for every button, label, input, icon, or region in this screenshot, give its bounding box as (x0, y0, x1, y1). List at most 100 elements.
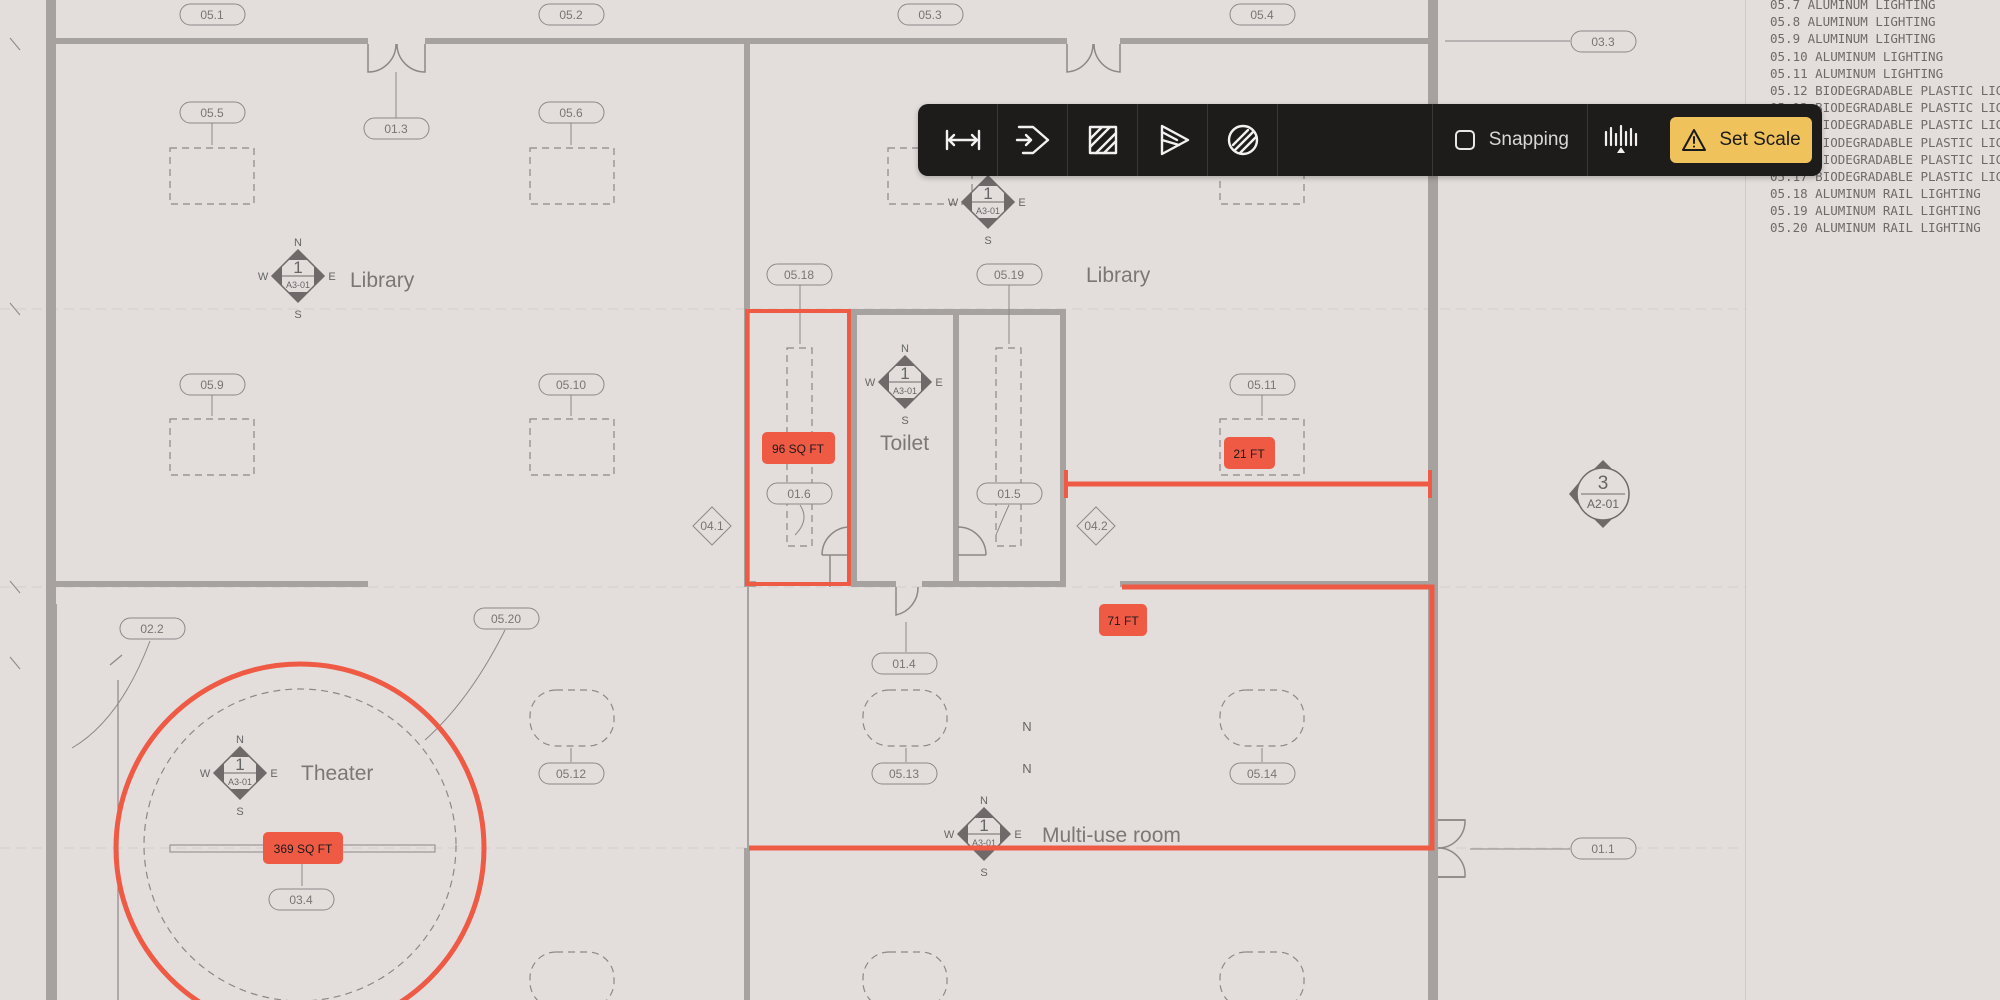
hatched-circle-icon (1227, 124, 1258, 156)
room-label-library-west: Library (350, 269, 415, 292)
svg-text:A3-01: A3-01 (228, 777, 252, 787)
legend-item: 05.7 ALUMINUM LIGHTING (1770, 0, 1936, 12)
svg-text:05.11: 05.11 (1247, 378, 1276, 392)
svg-text:03.4: 03.4 (289, 893, 313, 907)
svg-text:05.13: 05.13 (889, 767, 919, 781)
tag: 05.14 (1229, 762, 1296, 785)
snapping-toggle[interactable]: Snapping (1433, 104, 1588, 176)
svg-text:05.5: 05.5 (200, 106, 224, 120)
hatched-square-icon (1088, 125, 1117, 155)
polyline-measure[interactable] (749, 584, 1435, 851)
svg-text:1: 1 (983, 184, 992, 203)
legend-item: 05.11 ALUMINUM LIGHTING (1770, 65, 1944, 81)
tag: 01.4 (871, 652, 938, 675)
tag: 05.3 (897, 3, 964, 26)
svg-text:W: W (944, 829, 955, 841)
horizontal-measure-icon (945, 129, 980, 151)
tag: 05.4 (1229, 3, 1296, 26)
svg-text:03.3: 03.3 (1591, 35, 1615, 49)
tag: 04.2 (1076, 506, 1116, 546)
polyline-arrow-icon (1015, 125, 1049, 155)
svg-text:05.9: 05.9 (200, 378, 224, 392)
svg-text:S: S (984, 235, 991, 247)
tag: 05.18 (766, 263, 833, 286)
svg-text:S: S (980, 867, 987, 879)
legend-item: 05.8 ALUMINUM LIGHTING (1770, 14, 1936, 30)
set-scale-label: Set Scale (1719, 129, 1801, 150)
tool-angle[interactable] (1138, 104, 1208, 176)
measure-label[interactable]: 21 FT (1224, 437, 1275, 469)
tool-area-hatch[interactable] (1068, 104, 1138, 176)
svg-text:01.4: 01.4 (892, 657, 916, 671)
set-scale-button[interactable]: Set Scale (1670, 117, 1812, 163)
tag: 05.11 (1229, 373, 1296, 396)
length-measure-horizontal[interactable] (1064, 470, 1432, 498)
legend-item: 05.9 ALUMINUM LIGHTING (1770, 31, 1936, 47)
tool-measure-distance[interactable] (928, 104, 998, 176)
svg-text:05.14: 05.14 (1247, 767, 1277, 781)
svg-text:A3-01: A3-01 (893, 386, 917, 396)
compass-marker-icon: 1 A3-01 N S E W (865, 343, 943, 427)
svg-text:E: E (1014, 829, 1021, 841)
svg-text:04.1: 04.1 (700, 519, 724, 533)
wall-outlines (55, 587, 1465, 1000)
svg-text:01.5: 01.5 (997, 487, 1021, 501)
legend-item: 05.19 ALUMINUM RAIL LIGHTING (1770, 203, 1981, 219)
tag: 05.2 (538, 3, 605, 26)
svg-text:S: S (236, 806, 243, 818)
measure-label[interactable]: 369 SQ FT (263, 832, 343, 864)
svg-text:N: N (294, 237, 302, 249)
svg-text:W: W (865, 377, 876, 389)
tag: 04.1 (692, 506, 732, 546)
tag: 01.1 (1570, 837, 1637, 860)
svg-text:E: E (935, 377, 942, 389)
tag: 05.12 (538, 762, 605, 785)
svg-text:A2-01: A2-01 (1587, 497, 1619, 511)
svg-text:05.10: 05.10 (556, 378, 586, 392)
svg-text:02.2: 02.2 (140, 622, 164, 636)
svg-text:05.2: 05.2 (559, 8, 583, 22)
svg-text:W: W (200, 768, 211, 780)
svg-text:E: E (1018, 197, 1025, 209)
svg-text:71 FT: 71 FT (1107, 614, 1139, 628)
legend-item: 05.18 ALUMINUM RAIL LIGHTING (1770, 186, 1981, 202)
svg-text:E: E (328, 271, 335, 283)
svg-text:05.4: 05.4 (1250, 8, 1274, 22)
tag: 05.9 (179, 373, 246, 396)
grid-lines (0, 308, 1745, 849)
angle-triangle-icon (1160, 124, 1189, 156)
tag: 05.13 (871, 762, 938, 785)
tag: 01.5 (976, 482, 1043, 505)
room-label-multi-use-room: Multi-use room (1042, 824, 1181, 847)
tag: 01.6 (766, 482, 833, 505)
tag: 05.1 (179, 3, 246, 26)
compass-marker-icon: 1 A3-01 N S E W (200, 734, 278, 818)
svg-text:96 SQ FT: 96 SQ FT (772, 442, 825, 456)
svg-text:05.1: 05.1 (200, 8, 224, 22)
tool-polyline[interactable] (998, 104, 1068, 176)
svg-text:05.20: 05.20 (491, 612, 521, 626)
svg-text:N: N (901, 343, 909, 355)
tag: 05.10 (538, 373, 605, 396)
svg-text:05.19: 05.19 (994, 268, 1024, 282)
measure-label[interactable]: 71 FT (1099, 604, 1147, 636)
svg-text:S: S (294, 309, 301, 321)
measurement-toolbar: Snapping Set Scale (918, 104, 1822, 176)
stray-label: N (1022, 719, 1031, 734)
snapping-checkbox[interactable] (1454, 130, 1475, 150)
measure-label[interactable]: 96 SQ FT (762, 432, 835, 464)
svg-text:05.3: 05.3 (918, 8, 942, 22)
legend-item: 05.10 ALUMINUM LIGHTING (1770, 48, 1944, 64)
room-label-library-east: Library (1086, 264, 1151, 287)
room-label-toilet: Toilet (880, 432, 929, 455)
svg-text:01.6: 01.6 (787, 487, 811, 501)
svg-text:1: 1 (235, 755, 244, 774)
tool-circle-area[interactable] (1208, 104, 1278, 176)
tag: 05.19 (976, 263, 1043, 286)
tag: 05.6 (538, 101, 605, 124)
svg-text:N: N (236, 734, 244, 746)
tag: 01.3 (363, 117, 430, 140)
legend-item: 05.12 BIODEGRADABLE PLASTIC LIGHTING (1770, 82, 2000, 98)
calibrate-button[interactable] (1588, 104, 1652, 176)
tag: 03.3 (1570, 30, 1637, 53)
